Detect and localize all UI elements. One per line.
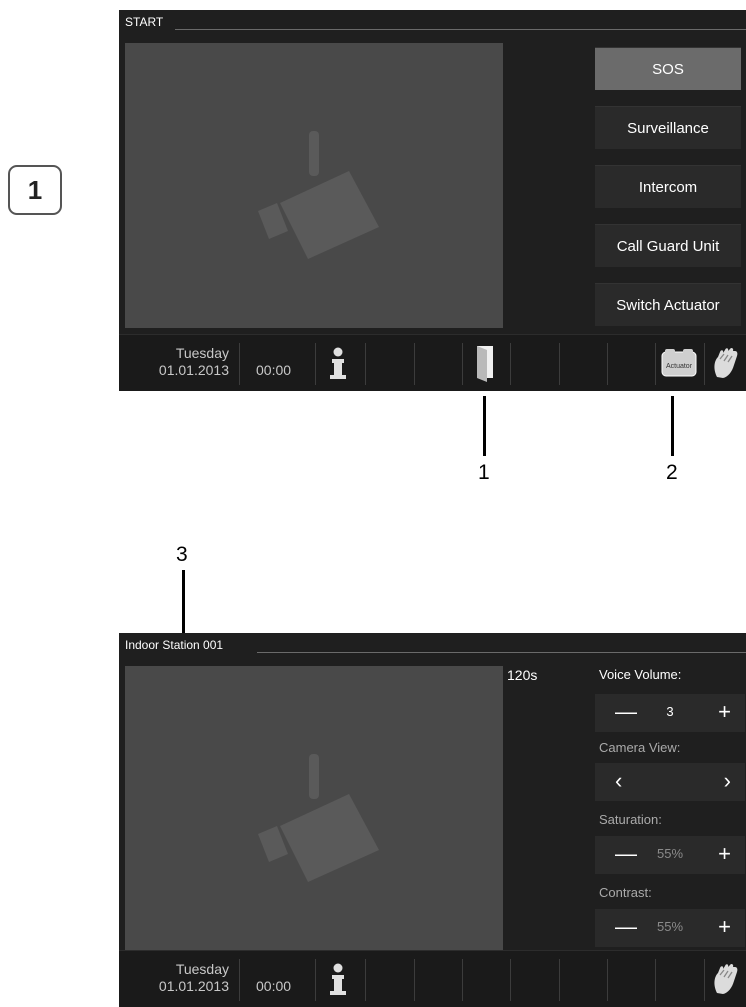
divider	[559, 343, 560, 385]
divider	[315, 343, 316, 385]
door-open-icon[interactable]	[474, 343, 496, 383]
start-screen: START SOS Surveillance Intercom Call Gua…	[119, 10, 746, 391]
divider	[704, 959, 705, 1001]
callout-3-label: 3	[176, 543, 188, 566]
divider	[559, 959, 560, 1001]
status-bar: Tuesday 01.01.2013 00:00 Actuator	[119, 334, 746, 391]
screen-title: Indoor Station 001	[125, 638, 224, 652]
camera-next-button[interactable]: ›	[724, 768, 731, 794]
call-screen: Indoor Station 001 120s Voice Volume: — …	[119, 633, 746, 1007]
saturation-label: Saturation:	[599, 812, 662, 827]
divider	[414, 343, 415, 385]
title-underline	[257, 652, 746, 653]
divider	[510, 959, 511, 1001]
video-preview	[125, 43, 503, 328]
divider	[704, 343, 705, 385]
surveillance-button[interactable]: Surveillance	[595, 106, 741, 149]
divider	[607, 959, 608, 1001]
divider	[462, 343, 463, 385]
call-guard-unit-button[interactable]: Call Guard Unit	[595, 224, 741, 267]
contrast-increase-button[interactable]: +	[718, 914, 731, 940]
saturation-control: — 55% +	[595, 836, 745, 874]
date-display: Tuesday 01.01.2013	[133, 345, 229, 379]
divider	[655, 343, 656, 385]
callout-1-label: 1	[478, 461, 490, 484]
title-underline	[175, 29, 746, 30]
callout-2-line	[671, 396, 674, 456]
switch-actuator-button[interactable]: Switch Actuator	[595, 283, 741, 326]
camera-view-label: Camera View:	[599, 740, 681, 755]
divider	[510, 343, 511, 385]
divider	[607, 343, 608, 385]
sos-button[interactable]: SOS	[595, 47, 741, 90]
divider	[462, 959, 463, 1001]
weekday: Tuesday	[175, 961, 229, 977]
weekday: Tuesday	[175, 345, 229, 361]
camera-view-control: ‹ ›	[595, 763, 745, 801]
divider	[655, 959, 656, 1001]
step-number-badge: 1	[8, 165, 62, 215]
divider	[414, 959, 415, 1001]
status-bar: Tuesday 01.01.2013 00:00	[119, 950, 746, 1007]
time-display: 00:00	[256, 362, 292, 378]
date-display: Tuesday 01.01.2013	[133, 961, 229, 995]
divider	[239, 343, 240, 385]
divider	[315, 959, 316, 1001]
intercom-button[interactable]: Intercom	[595, 165, 741, 208]
callout-3-line	[182, 570, 185, 638]
screen-title: START	[125, 15, 164, 29]
divider	[365, 343, 366, 385]
volume-increase-button[interactable]: +	[718, 699, 731, 725]
video-preview	[125, 666, 503, 951]
saturation-increase-button[interactable]: +	[718, 841, 731, 867]
call-timer: 120s	[507, 667, 538, 683]
date: 01.01.2013	[158, 978, 229, 994]
camera-icon	[258, 131, 379, 259]
hand-cleaning-icon[interactable]	[711, 963, 741, 995]
divider	[365, 959, 366, 1001]
time-display: 00:00	[256, 978, 292, 994]
voice-volume-control: — 3 +	[595, 694, 745, 732]
contrast-control: — 55% +	[595, 909, 745, 947]
info-icon[interactable]	[324, 347, 350, 381]
hand-cleaning-icon[interactable]	[711, 347, 741, 379]
date: 01.01.2013	[158, 362, 229, 378]
actuator-icon-label: Actuator	[666, 363, 693, 370]
info-icon[interactable]	[324, 963, 350, 997]
divider	[239, 959, 240, 1001]
callout-1-line	[483, 396, 486, 456]
callout-2-label: 2	[666, 461, 678, 484]
camera-prev-button[interactable]: ‹	[615, 768, 622, 794]
contrast-label: Contrast:	[599, 885, 652, 900]
voice-volume-label: Voice Volume:	[599, 667, 682, 682]
camera-icon	[258, 754, 379, 882]
actuator-icon[interactable]: Actuator	[661, 348, 697, 378]
